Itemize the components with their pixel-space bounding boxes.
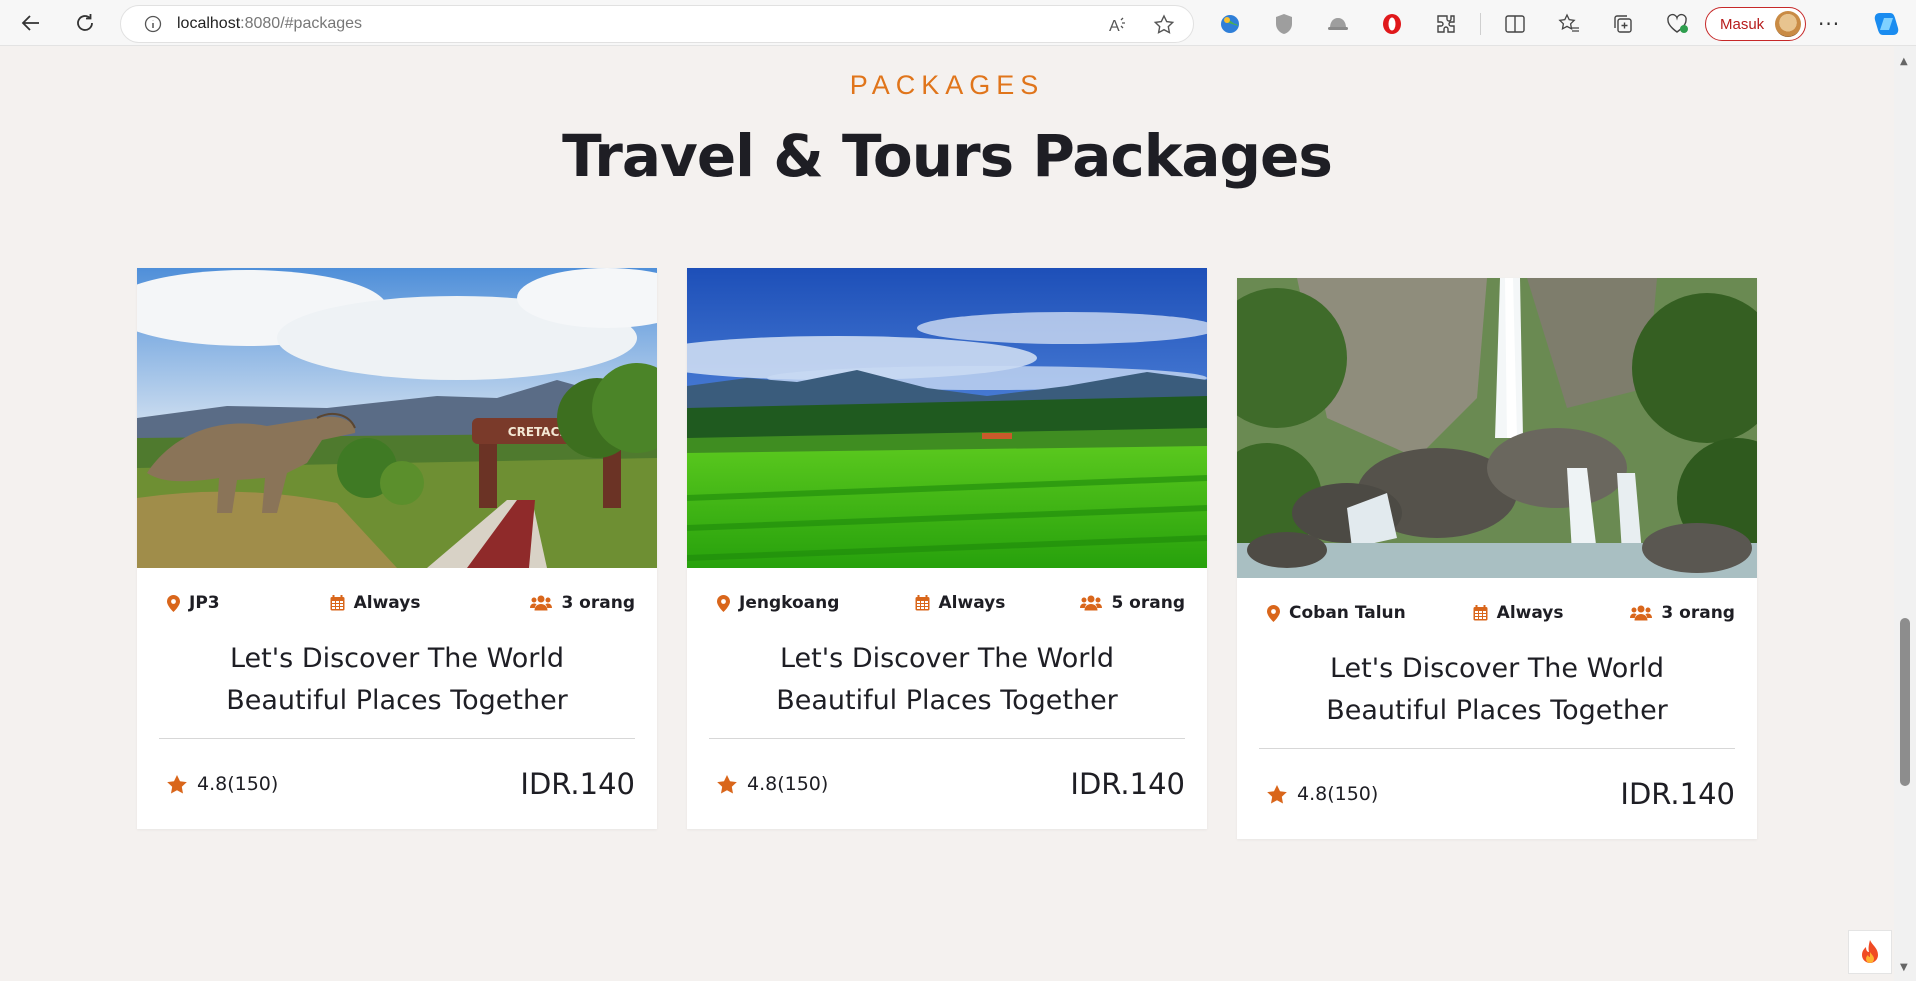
schedule-text: Always (353, 593, 421, 613)
package-card[interactable]: Coban Talun Always 3 orang Let's Discove… (1237, 278, 1757, 839)
green-field-mountain-photo (687, 268, 1207, 568)
reload-button[interactable] (66, 4, 104, 42)
schedule-text: Always (1496, 603, 1564, 623)
info-icon[interactable] (143, 14, 163, 34)
calendar-icon (1473, 605, 1488, 621)
map-marker-icon (717, 594, 730, 612)
dinosaur-park-photo: CRETACEOUS (137, 268, 657, 568)
rating: 4.8(150) (167, 773, 278, 795)
signin-label: Masuk (1720, 15, 1765, 33)
package-card[interactable]: Jengkoang Always 5 orang Let's Discover … (687, 268, 1207, 829)
arrow-left-icon (21, 14, 39, 31)
page-scrollbar[interactable]: ▲ ▼ (1894, 46, 1916, 981)
people-text: 3 orang (1661, 603, 1735, 623)
rating-text: 4.8(150) (747, 773, 829, 795)
star-icon (167, 774, 187, 793)
scroll-thumb[interactable] (1900, 618, 1910, 786)
package-title[interactable]: Let's Discover The World Beautiful Place… (137, 638, 657, 738)
packages-section: PACKAGES Travel & Tours Packages CRETACE… (0, 46, 1894, 981)
rating-text: 4.8(150) (197, 773, 279, 795)
browser-essentials-icon[interactable] (1657, 5, 1697, 43)
section-tag: PACKAGES (849, 70, 1045, 100)
fire-widget-button[interactable] (1848, 930, 1892, 974)
svg-text:A: A (1109, 18, 1120, 35)
people: 3 orang (1630, 603, 1735, 623)
more-options-icon[interactable]: ··· (1818, 12, 1840, 36)
users-icon (530, 595, 553, 611)
location: Coban Talun (1267, 603, 1406, 623)
schedule: Always (915, 593, 1006, 613)
package-meta: JP3 Always 3 orang (137, 568, 657, 638)
favorites-icon[interactable] (1549, 5, 1589, 43)
toolbar-divider (1480, 13, 1481, 35)
avatar (1775, 11, 1801, 37)
section-title: Travel & Tours Packages (562, 122, 1333, 190)
package-meta: Coban Talun Always 3 orang (1237, 578, 1757, 648)
split-screen-icon[interactable] (1495, 5, 1535, 43)
shield-extension-icon[interactable] (1264, 5, 1304, 43)
calendar-icon (330, 595, 345, 611)
reload-icon (77, 13, 93, 31)
package-footer: 4.8(150) IDR.140 (687, 739, 1207, 829)
users-icon (1080, 595, 1103, 611)
url-text[interactable]: localhost:8080/#packages (177, 15, 362, 33)
extensions-puzzle-icon[interactable] (1426, 5, 1466, 43)
calendar-icon (915, 595, 929, 611)
browser-toolbar: localhost:8080/#packages A Masuk ··· (0, 0, 1916, 46)
schedule: Always (1473, 603, 1564, 623)
package-title[interactable]: Let's Discover The World Beautiful Place… (1237, 648, 1757, 748)
people: 3 orang (530, 593, 635, 613)
address-bar[interactable]: localhost:8080/#packages A (120, 5, 1194, 43)
star-icon (717, 774, 737, 793)
map-marker-icon (167, 594, 180, 612)
location: Jengkoang (717, 593, 839, 613)
rating: 4.8(150) (1267, 783, 1378, 805)
read-aloud-icon[interactable]: A (1107, 14, 1129, 36)
map-marker-icon (1267, 604, 1280, 622)
scroll-down-arrow-icon[interactable]: ▼ (1900, 962, 1908, 973)
users-icon (1630, 605, 1653, 621)
location-text: JP3 (189, 593, 220, 613)
price: IDR.140 (1070, 767, 1185, 801)
people-text: 5 orang (1111, 593, 1185, 613)
people-text: 3 orang (561, 593, 635, 613)
waterfall-photo (1237, 278, 1757, 578)
rating-text: 4.8(150) (1297, 783, 1379, 805)
package-footer: 4.8(150) IDR.140 (137, 739, 657, 829)
location: JP3 (167, 593, 220, 613)
favorite-star-icon[interactable] (1153, 14, 1175, 36)
package-footer: 4.8(150) IDR.140 (1237, 749, 1757, 839)
star-icon (1267, 784, 1287, 803)
opera-extension-icon[interactable] (1372, 5, 1412, 43)
price: IDR.140 (1620, 777, 1735, 811)
copilot-icon[interactable] (1872, 9, 1902, 39)
package-card[interactable]: CRETACEOUS JP3 Always 3 orang Let's Disc… (137, 268, 657, 829)
package-meta: Jengkoang Always 5 orang (687, 568, 1207, 638)
schedule: Always (330, 593, 421, 613)
rating: 4.8(150) (717, 773, 828, 795)
scroll-up-arrow-icon[interactable]: ▲ (1900, 56, 1908, 67)
location-text: Coban Talun (1289, 603, 1406, 623)
schedule-text: Always (938, 593, 1006, 613)
collections-icon[interactable] (1603, 5, 1643, 43)
hat-extension-icon[interactable] (1318, 5, 1358, 43)
location-text: Jengkoang (739, 593, 840, 613)
price: IDR.140 (520, 767, 635, 801)
signin-button[interactable]: Masuk (1705, 7, 1806, 41)
package-title[interactable]: Let's Discover The World Beautiful Place… (687, 638, 1207, 738)
globe-extension-icon[interactable] (1210, 5, 1250, 43)
flame-icon (1862, 940, 1878, 963)
back-button[interactable] (12, 4, 50, 42)
people: 5 orang (1080, 593, 1185, 613)
